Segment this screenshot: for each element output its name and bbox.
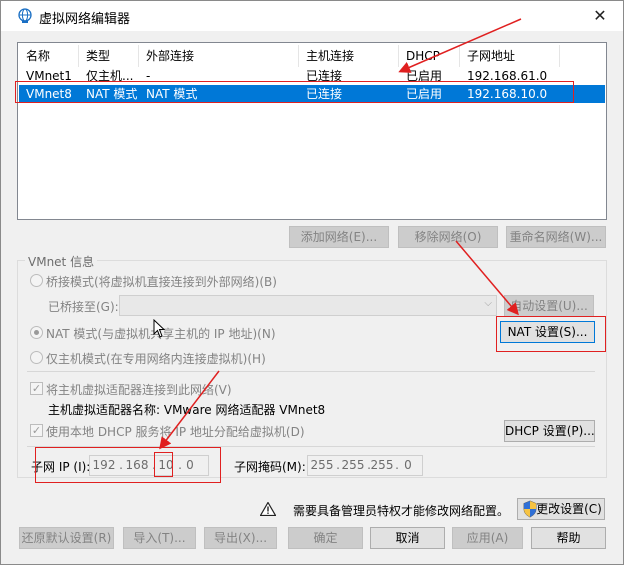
annotation-box-subnet-ip — [35, 447, 221, 483]
mouse-cursor-icon — [153, 319, 166, 338]
add-network-button[interactable]: 添加网络(E)... — [289, 226, 389, 248]
bridged-to-select[interactable]: ⌵ — [119, 295, 497, 316]
column-header-subnet[interactable]: 子网地址 — [460, 45, 560, 67]
remove-network-button[interactable]: 移除网络(O) — [398, 226, 498, 248]
column-header-name[interactable]: 名称 — [19, 45, 79, 67]
title-bar: 虚拟网络编辑器 ✕ — [1, 1, 623, 31]
column-header-dhcp[interactable]: DHCP — [399, 45, 460, 67]
column-header-external[interactable]: 外部连接 — [139, 45, 299, 67]
restore-defaults-button[interactable]: 还原默认设置(R) — [19, 527, 114, 549]
mask-octet[interactable]: 255 — [368, 456, 396, 475]
window-title: 虚拟网络编辑器 — [39, 12, 131, 27]
help-button[interactable]: 帮助 — [531, 527, 606, 549]
import-button[interactable]: 导入(T)... — [123, 527, 196, 549]
subnet-mask-input[interactable]: 255 . 255 . 255 . 0 — [307, 455, 423, 476]
cancel-button[interactable]: 取消 — [370, 527, 445, 549]
close-icon: ✕ — [593, 6, 607, 25]
use-dhcp-label: 使用本地 DHCP 服务将 IP 地址分配给虚拟机(D) — [46, 425, 305, 439]
close-button[interactable]: ✕ — [587, 4, 613, 28]
annotation-box-ip-octet — [154, 452, 173, 477]
bridged-to-label: 已桥接至(G): — [48, 300, 119, 314]
bridged-mode-radio[interactable] — [30, 274, 43, 287]
vmnet-info-label: VMnet 信息 — [25, 253, 98, 270]
host-only-mode-radio[interactable] — [30, 351, 43, 364]
dhcp-settings-button[interactable]: DHCP 设置(P)... — [504, 420, 595, 442]
use-dhcp-checkbox[interactable]: ✓ — [30, 424, 43, 437]
bridged-mode-label: 桥接模式(将虚拟机直接连接到外部网络)(B) — [46, 275, 277, 289]
annotation-box-vmnet8 — [15, 81, 574, 103]
ok-button[interactable]: 确定 — [288, 527, 363, 549]
apply-button[interactable]: 应用(A) — [452, 527, 523, 549]
network-list[interactable]: 名称 类型 外部连接 主机连接 DHCP 子网地址 VMnet1 仅主机... … — [17, 42, 607, 220]
change-settings-button[interactable]: 更改设置(C) — [517, 498, 605, 520]
warning-icon — [260, 502, 276, 516]
mask-octet[interactable]: 255 — [339, 456, 367, 475]
uac-shield-icon — [523, 500, 537, 518]
change-settings-label: 更改设置(C) — [536, 502, 602, 516]
annotation-box-nat-settings — [496, 316, 606, 352]
list-header: 名称 类型 外部连接 主机连接 DHCP 子网地址 — [19, 45, 605, 67]
auto-settings-button[interactable]: 自动设置(U)... — [504, 295, 594, 317]
rename-network-button[interactable]: 重命名网络(W)... — [506, 226, 606, 248]
mask-octet[interactable]: 0 — [394, 456, 422, 475]
column-header-host[interactable]: 主机连接 — [299, 45, 399, 67]
divider — [27, 371, 595, 372]
adapter-name-label: 主机虚拟适配器名称: VMware 网络适配器 VMnet8 — [48, 403, 326, 417]
globe-network-icon — [18, 8, 32, 23]
nat-mode-radio[interactable] — [30, 326, 43, 339]
connect-adapter-checkbox[interactable]: ✓ — [30, 382, 43, 395]
chevron-down-icon: ⌵ — [484, 298, 492, 309]
virtual-network-editor-window: 虚拟网络编辑器 ✕ 名称 类型 外部连接 主机连接 DHCP 子网地址 VMne… — [0, 0, 624, 565]
subnet-mask-label: 子网掩码(M): — [234, 460, 306, 474]
admin-notice-text: 需要具备管理员特权才能修改网络配置。 — [293, 504, 510, 518]
export-button[interactable]: 导出(X)... — [204, 527, 277, 549]
connect-adapter-label: 将主机虚拟适配器连接到此网络(V) — [46, 383, 232, 397]
mask-octet[interactable]: 255 — [308, 456, 336, 475]
column-header-type[interactable]: 类型 — [79, 45, 139, 67]
host-only-mode-label: 仅主机模式(在专用网络内连接虚拟机)(H) — [46, 352, 266, 366]
